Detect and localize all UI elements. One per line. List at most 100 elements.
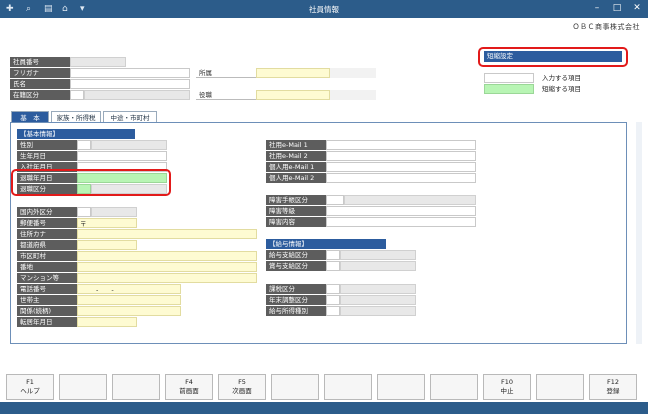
fkey-button-6[interactable] (271, 374, 319, 400)
domestic-foreign-name (91, 207, 137, 217)
fkey-button-4[interactable]: F4 前画面 (165, 374, 213, 400)
address-kana-field[interactable] (77, 229, 257, 239)
company-mail2-field[interactable] (326, 151, 476, 161)
personal-mail2-label: 個人用e-Mail 2 (266, 173, 326, 183)
department-name (330, 68, 376, 78)
minimize-button[interactable]: – (590, 2, 604, 15)
fkey-button-9[interactable] (430, 374, 478, 400)
disability-level-field[interactable] (326, 206, 476, 216)
retire-category-field[interactable] (77, 184, 91, 194)
domestic-foreign-field[interactable] (77, 207, 91, 217)
fkey-label-1: ヘルプ (20, 387, 40, 395)
tax-category-name (340, 284, 416, 294)
year-end-name (340, 295, 416, 305)
bonus-pay-label: 賞与支給区分 (266, 261, 326, 271)
fkey-button-3[interactable] (112, 374, 160, 400)
fkey-button-7[interactable] (324, 374, 372, 400)
relation-label: 関係(続柄) (17, 306, 77, 316)
postal-code-label: 郵便番号 (17, 218, 77, 228)
vertical-scrollbar[interactable] (636, 122, 642, 344)
company-name: ＯＢＣ商事株式会社 (572, 23, 640, 31)
prefecture-field[interactable] (77, 240, 137, 250)
fkey-key-4: F4 (185, 378, 193, 386)
employment-status-label: 在籍区分 (10, 90, 70, 100)
salary-income-type-field[interactable] (326, 306, 340, 316)
domestic-foreign-label: 国内外区分 (17, 207, 77, 217)
city-label: 市区町村 (17, 251, 77, 261)
fkey-button-10[interactable]: F10 中止 (483, 374, 531, 400)
phone-label: 電話番号 (17, 284, 77, 294)
department-label: 所属 (196, 68, 256, 78)
year-end-label: 年末調整区分 (266, 295, 326, 305)
employment-status-name (84, 90, 190, 100)
maximize-button[interactable]: □ (610, 2, 624, 15)
fkey-key-10: F10 (500, 378, 513, 386)
fkey-button-8[interactable] (377, 374, 425, 400)
street-number-field[interactable] (77, 262, 257, 272)
gender-name (91, 140, 167, 150)
company-mail1-field[interactable] (326, 140, 476, 150)
birthdate-label: 生年月日 (17, 151, 77, 161)
tax-category-field[interactable] (326, 284, 340, 294)
phone-field[interactable]: - - (77, 284, 181, 294)
city-field[interactable] (77, 251, 257, 261)
fkey-button-2[interactable] (59, 374, 107, 400)
fkey-button-11[interactable] (536, 374, 584, 400)
building-label: マンション等 (17, 273, 77, 283)
fkey-key-1: F1 (26, 378, 34, 386)
window-title: 社員情報 (309, 5, 339, 14)
legend-short-swatch (484, 84, 534, 94)
legend-short-label: 短縮する項目 (542, 85, 581, 93)
name-field[interactable] (70, 79, 190, 89)
salary-pay-field[interactable] (326, 250, 340, 260)
personal-mail1-field[interactable] (326, 162, 476, 172)
bonus-pay-field[interactable] (326, 261, 340, 271)
short-setting-button[interactable]: 短縮設定 (484, 51, 622, 62)
gender-label: 性別 (17, 140, 77, 150)
birthdate-field[interactable] (77, 151, 167, 161)
fkey-label-4: 前画面 (179, 387, 199, 395)
fkey-button-1[interactable]: F1 ヘルプ (6, 374, 54, 400)
year-end-field[interactable] (326, 295, 340, 305)
salary-income-type-name (340, 306, 416, 316)
furigana-label: フリガナ (10, 68, 70, 78)
moving-date-field[interactable] (77, 317, 137, 327)
position-label: 役職 (196, 90, 256, 100)
tax-category-label: 課税区分 (266, 284, 326, 294)
street-number-label: 番地 (17, 262, 77, 272)
salary-income-type-label: 給与所得種別 (266, 306, 326, 316)
fkey-label-5: 次画面 (232, 387, 252, 395)
position-field[interactable] (256, 90, 330, 100)
close-button[interactable]: ✕ (630, 2, 644, 15)
fkey-button-5[interactable]: F5 次画面 (218, 374, 266, 400)
disability-cert-field[interactable] (326, 195, 344, 205)
disability-detail-field[interactable] (326, 217, 476, 227)
personal-mail2-field[interactable] (326, 173, 476, 183)
building-field[interactable] (77, 273, 257, 283)
householder-field[interactable] (77, 295, 181, 305)
moving-date-label: 転居年月日 (17, 317, 77, 327)
company-mail2-label: 社用e-Mail 2 (266, 151, 326, 161)
relation-field[interactable] (77, 306, 181, 316)
employee-number-field[interactable] (70, 57, 126, 67)
basic-section-header: 【基本情報】 (17, 129, 135, 139)
disability-detail-label: 障害内容 (266, 217, 326, 227)
title-bar: ✚ ⌕ ▤ ⌂ ▾ 社員情報 – □ ✕ (0, 0, 648, 18)
status-bar (0, 402, 648, 414)
prefecture-label: 都道府県 (17, 240, 77, 250)
disability-cert-name (344, 195, 476, 205)
address-kana-label: 住所カナ (17, 229, 77, 239)
employment-status-field[interactable] (70, 90, 84, 100)
gender-field[interactable] (77, 140, 91, 150)
personal-mail1-label: 個人用e-Mail 1 (266, 162, 326, 172)
department-field[interactable] (256, 68, 330, 78)
bonus-pay-name (340, 261, 416, 271)
legend-input-swatch (484, 73, 534, 83)
postal-code-field[interactable]: 〒 (77, 218, 137, 228)
fkey-key-12: F12 (606, 378, 619, 386)
retire-date-field[interactable] (77, 173, 167, 183)
fkey-button-12[interactable]: F12 登録 (589, 374, 637, 400)
furigana-field[interactable] (70, 68, 190, 78)
salary-pay-label: 給与支給区分 (266, 250, 326, 260)
name-label: 氏名 (10, 79, 70, 89)
